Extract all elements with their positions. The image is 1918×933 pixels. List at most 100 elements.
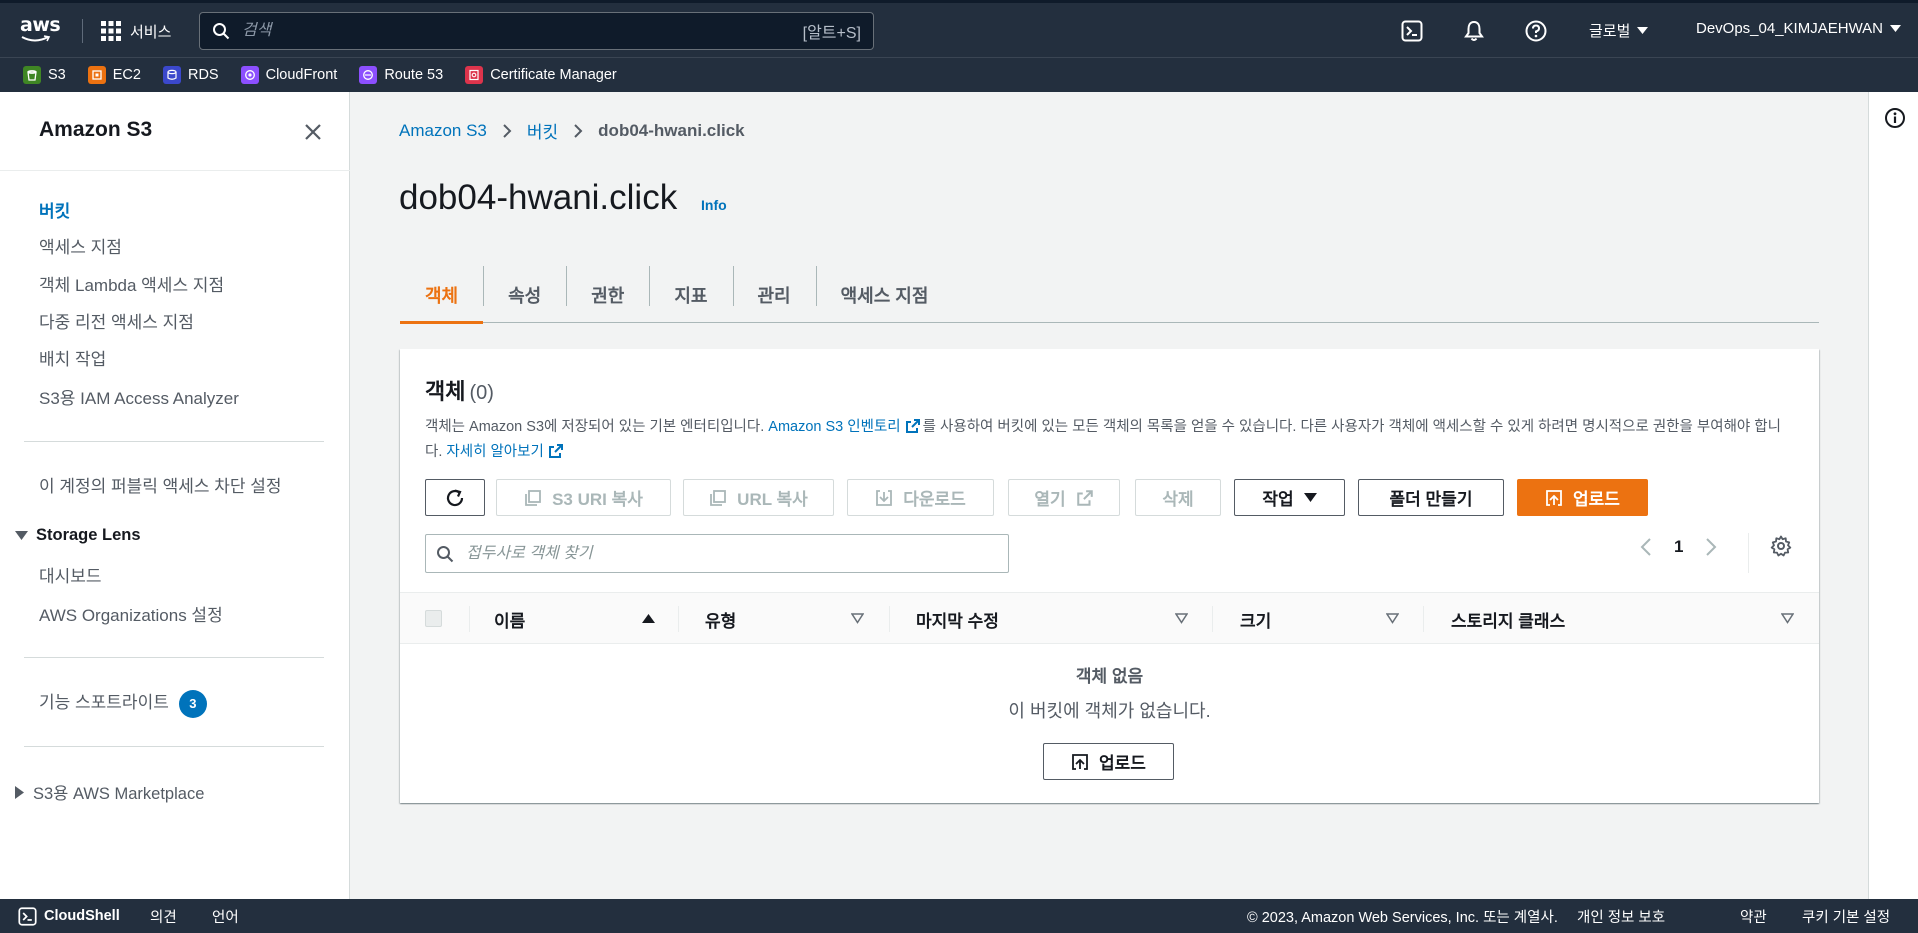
sidebar-header-divider — [0, 170, 350, 171]
breadcrumb-amazon-s3[interactable]: Amazon S3 — [399, 121, 487, 141]
sidebar-item-dashboards[interactable]: 대시보드 — [39, 562, 102, 587]
tab-permissions[interactable]: 권한 — [566, 266, 649, 323]
close-icon[interactable] — [303, 122, 323, 142]
empty-state-upload-button[interactable]: 업로드 — [1043, 743, 1174, 780]
page-number[interactable]: 1 — [1674, 537, 1683, 557]
sort-icon[interactable] — [1175, 613, 1188, 624]
copy-s3-uri-button[interactable]: S3 URI 복사 — [496, 479, 671, 516]
select-all-checkbox[interactable] — [425, 610, 442, 627]
tab-management[interactable]: 관리 — [732, 266, 816, 323]
column-header-name[interactable]: 이름 — [494, 593, 664, 645]
column-header-storage-class[interactable]: 스토리지 클래스 — [1451, 593, 1751, 645]
favorite-s3[interactable]: S3 — [23, 66, 66, 84]
marketplace-label: S3용 AWS Marketplace — [33, 785, 205, 803]
column-label: 유형 — [705, 611, 737, 631]
footer-privacy-link[interactable]: 개인 정보 보호 — [1577, 899, 1665, 933]
sidebar-item-iam-access-analyzer[interactable]: S3용 IAM Access Analyzer — [39, 384, 239, 409]
inventory-link[interactable]: Amazon S3 인벤토리 — [768, 419, 900, 435]
objects-description: 객체는 Amazon S3에 저장되어 있는 기본 엔터티입니다. Amazon… — [425, 415, 1795, 465]
footer-language[interactable]: 언어 — [212, 899, 239, 933]
help-icon[interactable] — [1525, 20, 1547, 42]
favorite-label: RDS — [187, 67, 219, 83]
create-folder-button[interactable]: 폴더 만들기 — [1358, 479, 1504, 516]
tab-properties[interactable]: 속성 — [483, 266, 566, 323]
account-menu[interactable]: DevOps_04_KIMJAEHWAN — [1696, 20, 1902, 37]
gear-icon[interactable] — [1770, 535, 1792, 557]
top-navigation: aws 서비스 [알트+S] 글로벌 DevOps_04_KIMJAEHWAN — [0, 0, 1918, 57]
breadcrumb-buckets[interactable]: 버킷 — [527, 118, 558, 143]
objects-panel: 객체 (0) 객체는 Amazon S3에 저장되어 있는 기본 엔터티입니다. … — [400, 349, 1819, 803]
sidebar-item-organizations-settings[interactable]: AWS Organizations 설정 — [39, 601, 223, 626]
download-button[interactable]: 다운로드 — [847, 479, 994, 516]
sort-ascending-icon[interactable] — [642, 613, 655, 624]
column-label: 이름 — [494, 611, 526, 631]
tab-access-points[interactable]: 액세스 지점 — [815, 266, 954, 323]
favorite-certificate-manager[interactable]: Certificate Manager — [465, 66, 617, 84]
column-header-type[interactable]: 유형 — [705, 593, 845, 645]
upload-icon — [1546, 489, 1562, 506]
favorite-rds[interactable]: RDS — [162, 66, 219, 84]
chevron-right-icon — [574, 123, 583, 138]
notifications-bell-icon[interactable] — [1463, 20, 1485, 42]
sort-icon[interactable] — [1781, 613, 1794, 624]
object-filter[interactable] — [425, 534, 1009, 573]
breadcrumb-current: dob04-hwani.click — [598, 120, 745, 140]
sidebar-item-batch-operations[interactable]: 배치 작업 — [39, 345, 106, 370]
object-filter-input[interactable] — [466, 544, 998, 563]
open-button[interactable]: 열기 — [1008, 479, 1120, 516]
services-menu-button[interactable]: 서비스 — [101, 19, 171, 43]
favorite-route53[interactable]: Route 53 — [359, 66, 443, 84]
nav-divider — [82, 19, 83, 43]
column-header-last-modified[interactable]: 마지막 수정 — [916, 593, 1176, 645]
column-header-size[interactable]: 크기 — [1240, 593, 1400, 645]
favorite-ec2[interactable]: EC2 — [87, 66, 141, 84]
global-search-input[interactable] — [242, 22, 803, 40]
info-link[interactable]: Info — [701, 197, 727, 213]
sidebar-divider — [24, 657, 324, 658]
account-label: DevOps_04_KIMJAEHWAN — [1696, 20, 1884, 37]
sidebar-item-object-lambda-access-points[interactable]: 객체 Lambda 액세스 지점 — [39, 271, 224, 296]
footer-cookie-preferences-link[interactable]: 쿠키 기본 설정 — [1802, 899, 1890, 933]
favorite-cloudfront[interactable]: CloudFront — [240, 66, 338, 84]
upload-icon — [1072, 753, 1088, 770]
global-search[interactable]: [알트+S] — [199, 12, 874, 50]
footer: CloudShell 의견 언어 © 2023, Amazon Web Serv… — [0, 899, 1918, 933]
sidebar-section-storage-lens[interactable]: Storage Lens — [15, 526, 141, 545]
chevron-right-icon[interactable] — [1705, 537, 1717, 557]
tab-objects[interactable]: 객체 — [400, 266, 484, 324]
footer-cloudshell[interactable]: CloudShell — [18, 899, 120, 933]
sidebar-item-multi-region-access-points[interactable]: 다중 리전 액세스 지점 — [39, 308, 194, 333]
sort-icon[interactable] — [1386, 613, 1399, 624]
sidebar-title[interactable]: Amazon S3 — [39, 118, 152, 142]
upload-button[interactable]: 업로드 — [1517, 479, 1648, 516]
region-selector[interactable]: 글로벌 — [1589, 20, 1649, 41]
sidebar-item-feature-spotlight[interactable]: 기능 스포트라이트 3 — [39, 688, 207, 718]
learn-more-link[interactable]: 자세히 알아보기 — [446, 444, 543, 460]
favorite-label: Route 53 — [384, 67, 444, 83]
cloudshell-icon — [18, 906, 37, 926]
upload-label: 업로드 — [1573, 490, 1620, 509]
sidebar-item-buckets[interactable]: 버킷 — [39, 197, 70, 222]
tab-list: 객체 속성 권한 지표 관리 액세스 지점 — [400, 266, 1819, 324]
pagination-divider — [1748, 533, 1749, 573]
footer-terms-link[interactable]: 약관 — [1740, 899, 1767, 933]
actions-dropdown[interactable]: 작업 — [1234, 479, 1345, 516]
notification-badge: 3 — [178, 689, 207, 718]
footer-feedback[interactable]: 의견 — [150, 899, 177, 933]
favorite-label: CloudFront — [265, 67, 338, 83]
region-label: 글로벌 — [1589, 23, 1631, 40]
sidebar-item-block-public-access[interactable]: 이 계정의 퍼블릭 액세스 차단 설정 — [39, 472, 282, 497]
refresh-button[interactable] — [425, 479, 485, 516]
info-icon[interactable] — [1884, 107, 1906, 129]
aws-logo[interactable]: aws — [20, 15, 64, 45]
cloudshell-icon[interactable] — [1401, 20, 1423, 42]
tab-metrics[interactable]: 지표 — [649, 266, 732, 323]
copy-url-button[interactable]: URL 복사 — [683, 479, 834, 516]
sidebar-section-marketplace[interactable]: S3용 AWS Marketplace — [15, 780, 204, 804]
create-folder-label: 폴더 만들기 — [1389, 490, 1473, 509]
chevron-left-icon[interactable] — [1640, 537, 1652, 557]
sort-icon[interactable] — [851, 613, 864, 624]
sidebar-divider — [24, 746, 324, 747]
delete-button[interactable]: 삭제 — [1135, 479, 1221, 516]
sidebar-item-access-points[interactable]: 액세스 지점 — [39, 233, 122, 258]
